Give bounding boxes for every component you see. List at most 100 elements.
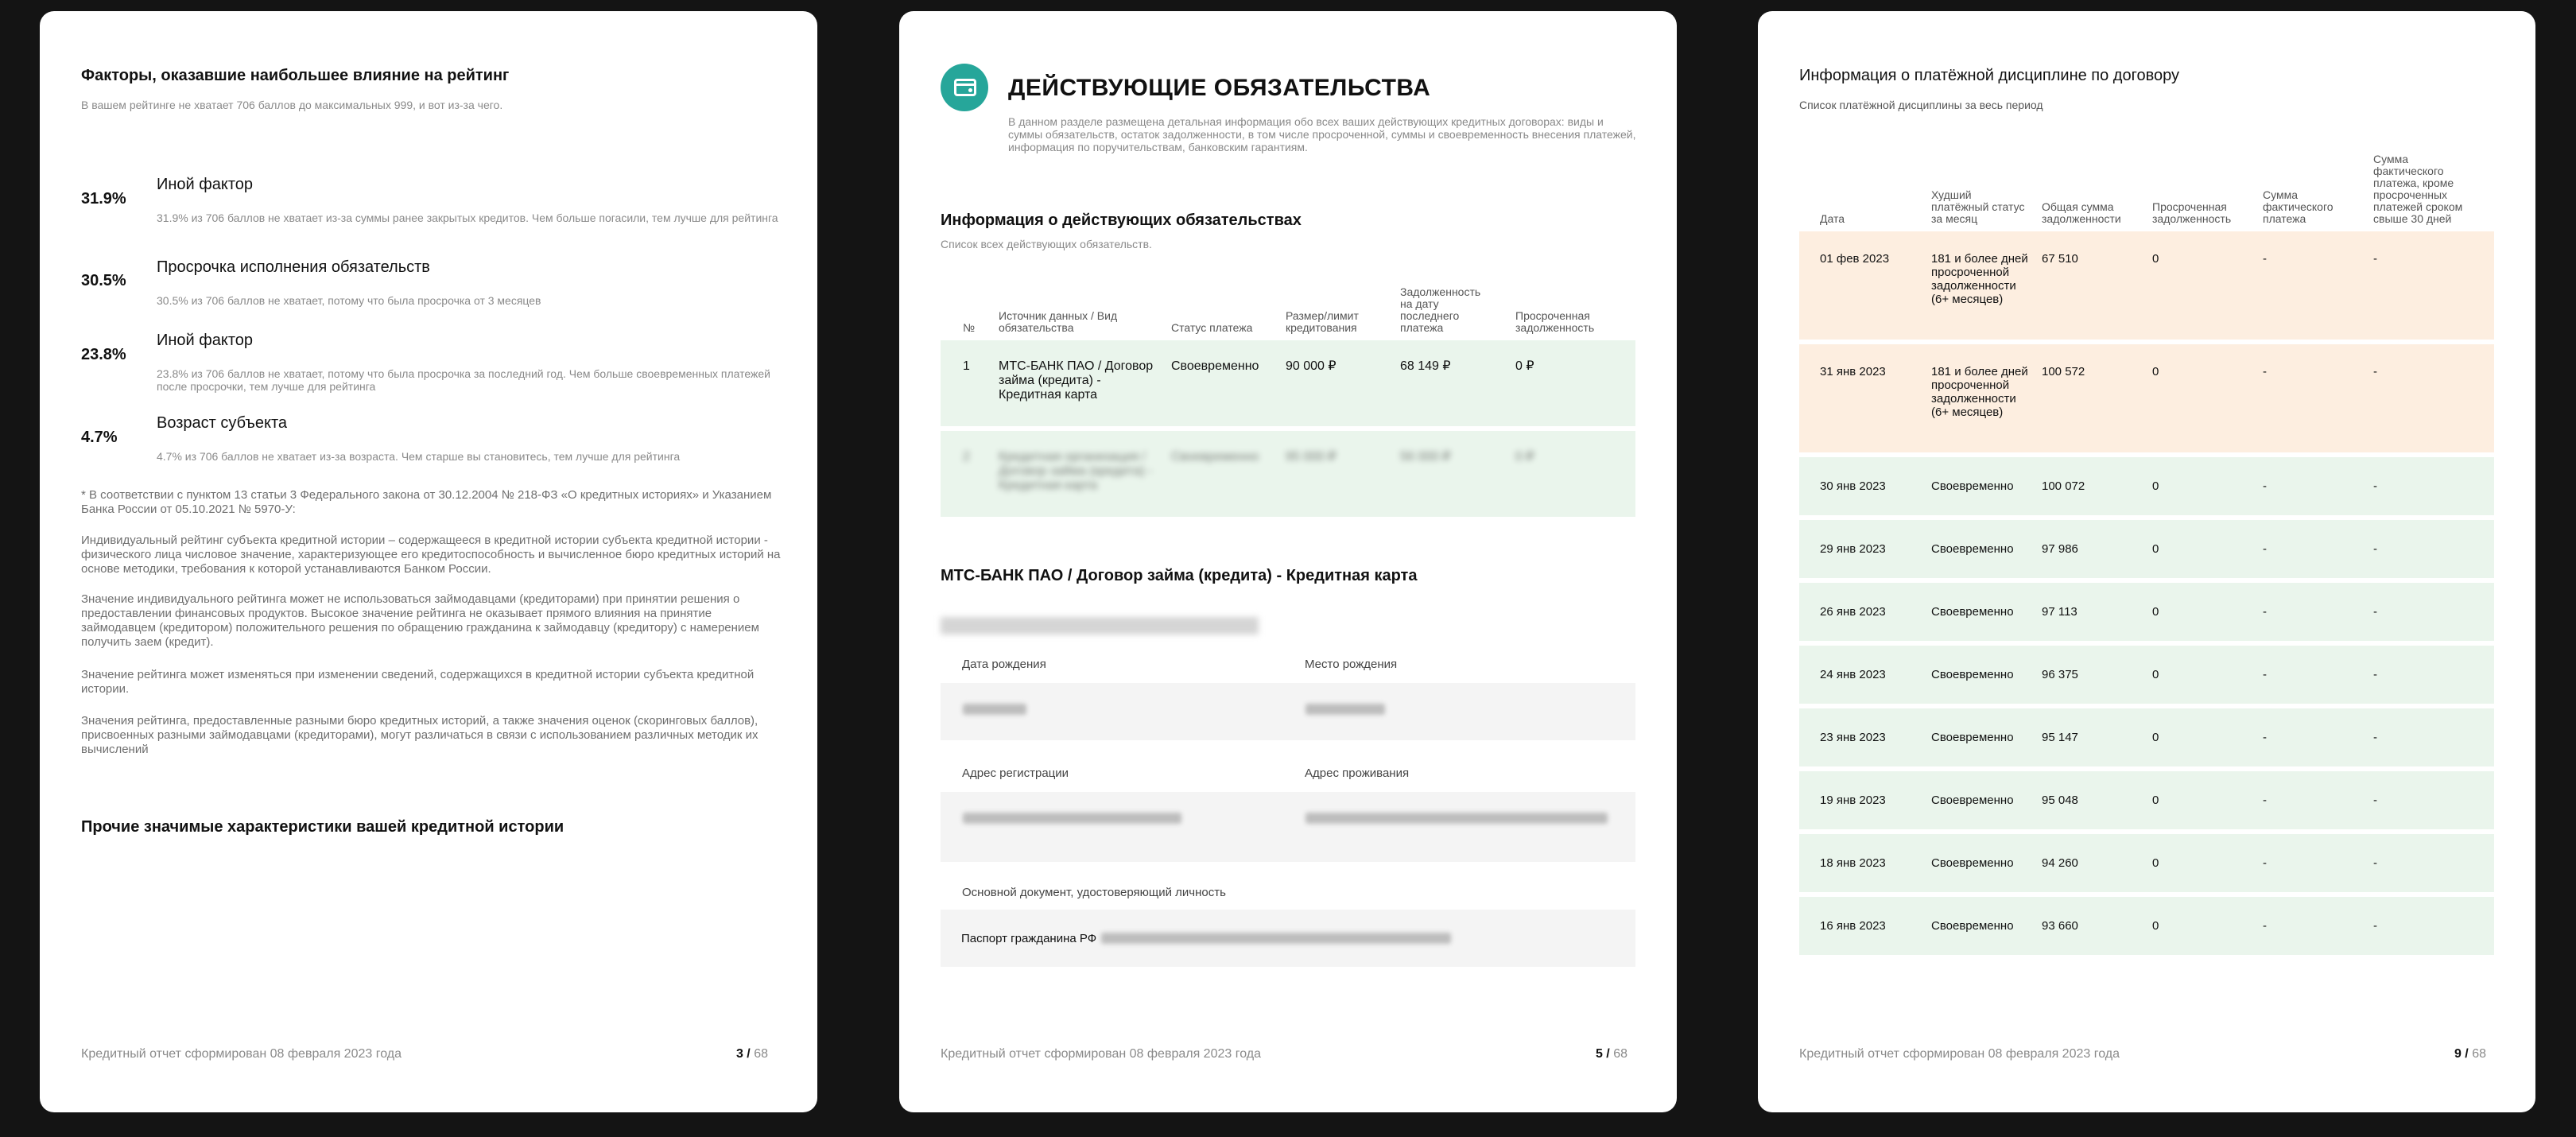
birth-place-label: Место рождения (1305, 658, 1398, 671)
row-worst-status: Своевременно (1931, 668, 2014, 681)
header-cell: Дата (1820, 212, 1845, 225)
row-number: 1 (963, 359, 970, 373)
row-total-debt: 97 986 (2042, 542, 2078, 556)
passport-label: Паспорт гражданина РФ (961, 932, 1097, 945)
birth-date-label: Дата рождения (962, 658, 1046, 671)
row-actual-payment: - (2263, 365, 2267, 378)
header-cell: № (963, 321, 976, 334)
table-row[interactable]: 16 янв 2023 Своевременно 93 660 0 - - (1799, 897, 2494, 955)
row-actual-payment: - (2263, 668, 2267, 681)
row-overdue-debt: 0 (2152, 919, 2159, 933)
table-row[interactable]: 19 янв 2023 Своевременно 95 048 0 - - (1799, 771, 2494, 829)
row-date: 18 янв 2023 (1820, 856, 1886, 870)
factor-name: Иной фактор (157, 332, 254, 349)
birth-info-box (941, 683, 1635, 740)
row-status: Своевременно (1171, 359, 1259, 373)
row-number: 2 (963, 450, 970, 464)
row-worst-status: Своевременно (1931, 794, 2014, 807)
row-worst-status: Своевременно (1931, 542, 2014, 556)
factors-title: Факторы, оказавшие наибольшее влияние на… (81, 67, 510, 84)
page-footer: Кредитный отчет сформирован 08 февраля 2… (81, 1047, 768, 1061)
row-worst-status: Своевременно (1931, 856, 2014, 870)
row-total-debt: 95 147 (2042, 731, 2078, 744)
rating-usage-note: Значение индивидуального рейтинга может … (81, 592, 759, 649)
row-actual-payment: - (2263, 731, 2267, 744)
row-actual-payment: - (2263, 542, 2267, 556)
address-info-box (941, 792, 1635, 862)
page-number: 3 / 68 (735, 1047, 768, 1061)
row-total-debt: 93 660 (2042, 919, 2078, 933)
row-actual-payment: - (2263, 919, 2267, 933)
residence-address-label: Адрес проживания (1305, 766, 1410, 780)
factors-subtitle: В вашем рейтинге не хватает 706 баллов д… (81, 99, 503, 111)
report-page-5: ДЕЙСТВУЮЩИЕ ОБЯЗАТЕЛЬСТВА В данном разде… (899, 11, 1677, 1112)
id-document-label: Основной документ, удостоверяющий личнос… (962, 886, 1226, 899)
row-actual-payment: - (2263, 605, 2267, 619)
row-limit: 90 000 ₽ (1286, 359, 1336, 373)
table-row[interactable]: 29 янв 2023 Своевременно 97 986 0 - - (1799, 520, 2494, 578)
header-cell: Сумма фактического платежа, кроме просро… (2373, 153, 2463, 225)
factor-name: Возраст субъекта (157, 414, 288, 432)
row-total-debt: 100 572 (2042, 365, 2085, 378)
row-worst-status: Своевременно (1931, 919, 2014, 933)
row-date: 01 фев 2023 (1820, 252, 1890, 266)
table-row[interactable]: 31 янв 2023 181 и более дней просроченной… (1799, 344, 2494, 452)
footer-generated-text: Кредитный отчет сформирован 08 февраля 2… (81, 1047, 402, 1061)
row-debt: 56 000 ₽ (1400, 450, 1451, 464)
page-number: 5 / 68 (1595, 1047, 1627, 1061)
table-row[interactable]: 30 янв 2023 Своевременно 100 072 0 - - (1799, 457, 2494, 515)
factor-description: 30.5% из 706 баллов не хватает, потому ч… (157, 294, 541, 307)
payment-rows: 01 фев 2023 181 и более дней просроченной… (1799, 231, 2494, 955)
table-row[interactable]: 23 янв 2023 Своевременно 95 147 0 - - (1799, 708, 2494, 766)
table-header: № Источник данных / Вид обязательства Ст… (941, 274, 1635, 340)
id-document-box: Паспорт гражданина РФ (941, 910, 1635, 967)
table-row[interactable]: 24 янв 2023 Своевременно 96 375 0 - - (1799, 646, 2494, 704)
row-actual-payment: - (2263, 794, 2267, 807)
header-cell: Худший платёжный статус за месяц (1931, 188, 2025, 225)
report-page-3: Факторы, оказавшие наибольшее влияние на… (40, 11, 817, 1112)
row-overdue-debt: 0 (2152, 542, 2159, 556)
table-row[interactable]: 1 МТС-БАНК ПАО / Договор займа (кредита)… (941, 340, 1635, 426)
redacted-name (941, 617, 1259, 634)
row-actual-payment-excl: - (2373, 919, 2377, 933)
registration-address-label: Адрес регистрации (962, 766, 1069, 780)
table-header: Дата Худший платёжный статус за месяц Об… (1799, 142, 2494, 231)
header-cell: Источник данных / Вид обязательства (999, 309, 1118, 334)
other-characteristics-title: Прочие значимые характеристики вашей кре… (81, 818, 564, 836)
row-debt: 68 149 ₽ (1400, 359, 1451, 373)
factor-name: Иной фактор (157, 176, 254, 193)
redacted-birth-date (963, 704, 1026, 715)
payment-discipline-subtitle: Список платёжной дисциплины за весь пери… (1799, 99, 2043, 111)
table-row[interactable]: 18 янв 2023 Своевременно 94 260 0 - - (1799, 834, 2494, 892)
row-status: Своевременно (1171, 450, 1259, 464)
row-actual-payment-excl: - (2373, 794, 2377, 807)
redacted-birth-place (1305, 704, 1385, 715)
row-overdue-debt: 0 (2152, 731, 2159, 744)
row-actual-payment-excl: - (2373, 365, 2377, 378)
rating-change-note: Значение рейтинга может изменяться при и… (81, 668, 755, 696)
row-total-debt: 96 375 (2042, 668, 2078, 681)
row-overdue: 0 ₽ (1515, 450, 1534, 464)
table-row-blurred[interactable]: 2 Кредитная организация / Договор займа … (941, 431, 1635, 517)
row-limit: 95 000 ₽ (1286, 450, 1336, 464)
table-row[interactable]: 01 фев 2023 181 и более дней просроченной… (1799, 231, 2494, 340)
row-worst-status: Своевременно (1931, 479, 2014, 493)
row-actual-payment-excl: - (2373, 731, 2377, 744)
rating-definition: Индивидуальный рейтинг субъекта кредитно… (81, 534, 781, 576)
row-actual-payment-excl: - (2373, 668, 2377, 681)
row-total-debt: 95 048 (2042, 794, 2078, 807)
obligations-table-subtitle: Список всех действующих обязательств. (941, 238, 1152, 250)
section-title: ДЕЙСТВУЮЩИЕ ОБЯЗАТЕЛЬСТВА (1008, 75, 1431, 101)
row-source: МТС-БАНК ПАО / Договор займа (кредита) -… (999, 359, 1154, 402)
row-source: Кредитная организация / Договор займа (к… (999, 450, 1153, 492)
row-overdue-debt: 0 (2152, 479, 2159, 493)
page-footer: Кредитный отчет сформирован 08 февраля 2… (1799, 1047, 2486, 1061)
row-date: 19 янв 2023 (1820, 794, 1886, 807)
row-total-debt: 100 072 (2042, 479, 2085, 493)
row-overdue: 0 ₽ (1515, 359, 1534, 373)
footer-generated-text: Кредитный отчет сформирован 08 февраля 2… (1799, 1047, 2120, 1061)
obligations-table: № Источник данных / Вид обязательства Ст… (941, 274, 1635, 522)
row-actual-payment: - (2263, 479, 2267, 493)
table-row[interactable]: 26 янв 2023 Своевременно 97 113 0 - - (1799, 583, 2494, 641)
factor-percent: 31.9% (81, 190, 126, 208)
